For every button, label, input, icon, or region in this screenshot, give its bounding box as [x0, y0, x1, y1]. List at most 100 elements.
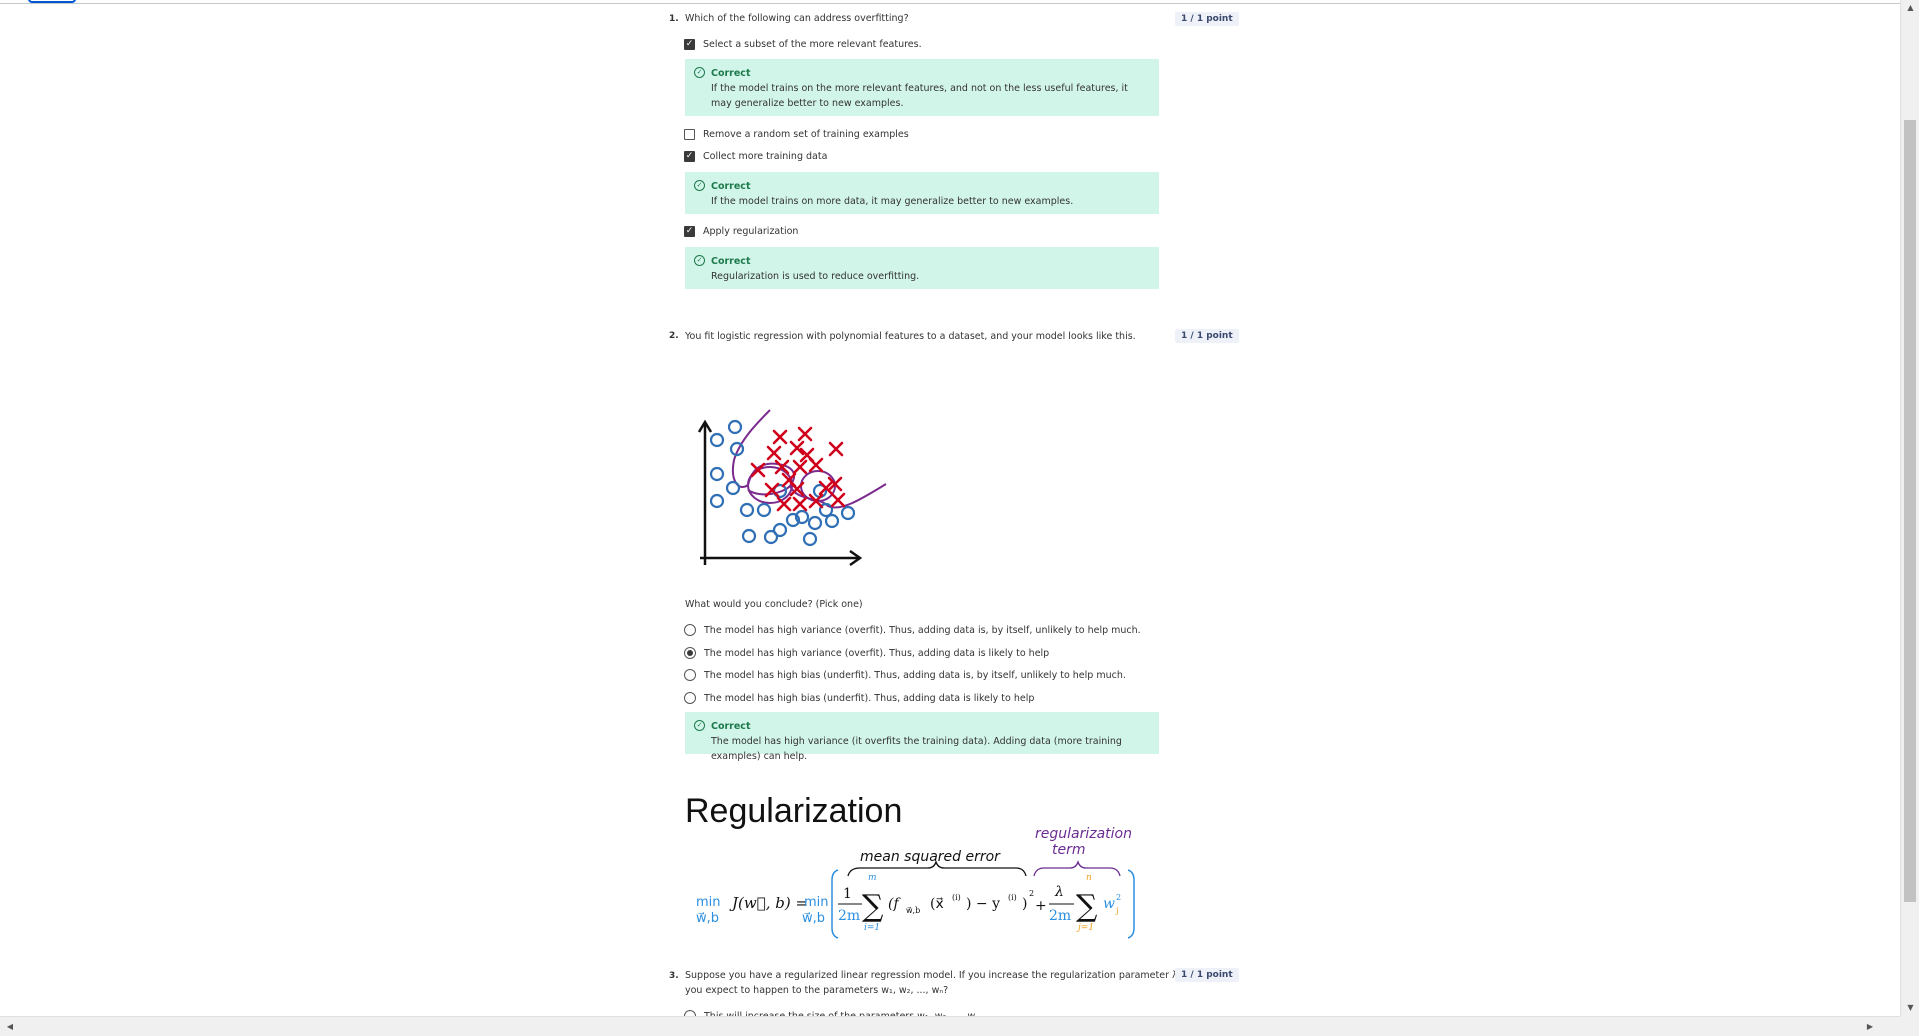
check-circle-icon: ✓: [694, 720, 705, 731]
question-text-line2: you expect to happen to the parameters w…: [685, 985, 949, 996]
question-text: Which of the following can address overf…: [685, 13, 909, 24]
scrollbar-corner: [1900, 1016, 1919, 1036]
correct-feedback: ✓ Correct If the model trains on more da…: [685, 172, 1159, 214]
horizontal-scrollbar[interactable]: ◀ ▶: [0, 1016, 1900, 1036]
w-term: w: [1103, 896, 1115, 912]
check-circle-icon: ✓: [694, 255, 705, 266]
radio-unselected-icon[interactable]: [684, 624, 696, 636]
feedback-text: If the model trains on the more relevant…: [711, 83, 1128, 109]
option-label: The model has high bias (underfit). Thus…: [704, 692, 1035, 704]
reg-brace: [1033, 859, 1121, 877]
w-sup: 2: [1116, 893, 1121, 902]
checkbox-unchecked-icon[interactable]: [684, 128, 695, 140]
checkbox-checked-icon[interactable]: ✓: [684, 38, 695, 50]
sum2-sigma-icon: ∑: [1076, 889, 1098, 924]
option-label: The model has high variance (overfit). T…: [704, 624, 1141, 636]
feedback-text: If the model trains on more data, it may…: [711, 196, 1074, 207]
question-number: 1.: [669, 14, 679, 24]
option-radio[interactable]: The model has high bias (underfit). Thus…: [684, 691, 1034, 705]
focused-tab-outline[interactable]: [28, 0, 76, 3]
checkbox-checked-icon[interactable]: ✓: [684, 150, 695, 162]
sum1-sup2: (i): [1008, 893, 1017, 902]
circle-marker: [741, 528, 757, 544]
vertical-scrollbar[interactable]: ▲ ▼: [1900, 0, 1919, 1016]
sum2-bottom: j=1: [1076, 923, 1094, 933]
cross-marker: [797, 426, 813, 442]
bracket-left: [831, 869, 839, 939]
circle-marker: [739, 502, 755, 518]
feedback-title: Correct: [711, 721, 751, 732]
w-sub: j: [1115, 906, 1118, 915]
circle-marker: [807, 515, 823, 531]
question-prompt: What would you conclude? (Pick one): [685, 599, 863, 610]
reg-annotation-line1: regularization: [1035, 826, 1132, 842]
sum1-sup: (i): [952, 893, 961, 902]
option-label: The model has high bias (underfit). Thus…: [704, 669, 1126, 681]
min-left-sub: w⃗,b: [696, 911, 719, 926]
points-badge: 1 / 1 point: [1175, 329, 1239, 343]
sum1-top: m: [868, 873, 877, 883]
sum1-bottom: i=1: [864, 923, 880, 933]
option-label: The model has high variance (overfit). T…: [704, 647, 1050, 659]
cross-marker: [828, 441, 844, 457]
frac1-numerator: 1: [843, 886, 852, 902]
radio-selected-icon[interactable]: [684, 647, 696, 659]
check-circle-icon: ✓: [694, 67, 705, 78]
option-label: Collect more training data: [703, 150, 828, 162]
cross-marker: [792, 459, 808, 475]
reg-annotation-line2: term: [1052, 842, 1086, 858]
option-checkbox[interactable]: ✓ Collect more training data: [684, 149, 827, 163]
circle-marker: [709, 466, 725, 482]
frac2-numerator: λ: [1054, 884, 1064, 900]
circle-marker: [840, 505, 856, 521]
circle-marker: [802, 531, 818, 547]
scroll-up-arrow-icon[interactable]: ▲: [1901, 0, 1919, 16]
option-label: Select a subset of the more relevant fea…: [703, 38, 922, 50]
cross-marker: [772, 429, 788, 445]
feedback-title: Correct: [711, 68, 751, 79]
points-badge: 1 / 1 point: [1175, 12, 1239, 26]
frac1-denominator: 2m: [838, 908, 860, 924]
option-checkbox[interactable]: ✓ Select a subset of the more relevant f…: [684, 37, 922, 51]
feedback-text: The model has high variance (it overfits…: [711, 736, 1122, 762]
circle-marker: [709, 493, 725, 509]
cross-marker: [766, 445, 782, 461]
scroll-right-arrow-icon[interactable]: ▶: [1862, 1017, 1878, 1036]
sum1-sub: w⃗,b: [906, 906, 920, 915]
option-checkbox[interactable]: Remove a random set of training examples: [684, 127, 909, 141]
radio-unselected-icon[interactable]: [684, 669, 696, 681]
vertical-scroll-thumb[interactable]: [1904, 120, 1916, 902]
sum1-minus: ) − y: [966, 896, 1000, 912]
sum1-rest: (x⃗: [930, 896, 944, 912]
option-radio[interactable]: The model has high variance (overfit). T…: [684, 646, 1049, 660]
points-badge: 1 / 1 point: [1175, 968, 1239, 982]
circle-marker: [772, 522, 788, 538]
J-expression: J(w⃗, b) =: [729, 894, 808, 912]
circle-marker: [727, 419, 743, 435]
min-right: min: [804, 895, 829, 910]
scroll-down-arrow-icon[interactable]: ▼: [1901, 1000, 1919, 1016]
circle-marker: [725, 480, 741, 496]
correct-feedback: ✓ Correct The model has high variance (i…: [685, 712, 1159, 762]
overfit-plot-image: [697, 409, 887, 567]
question-number: 2.: [669, 331, 679, 341]
option-checkbox[interactable]: ✓ Apply regularization: [684, 224, 798, 238]
quiz-content: 1. Which of the following can address ov…: [0, 0, 1900, 1022]
scroll-left-arrow-icon[interactable]: ◀: [2, 1017, 18, 1036]
correct-feedback: ✓ Correct Regularization is used to redu…: [685, 247, 1159, 289]
option-radio[interactable]: The model has high bias (underfit). Thus…: [684, 668, 1126, 682]
option-label: Apply regularization: [703, 225, 799, 237]
radio-unselected-icon[interactable]: [684, 692, 696, 704]
plus-sign: +: [1035, 898, 1047, 914]
question-number: 3.: [669, 971, 679, 981]
checkbox-checked-icon[interactable]: ✓: [684, 225, 695, 237]
option-radio[interactable]: The model has high variance (overfit). T…: [684, 623, 1141, 637]
mse-annotation: mean squared error: [860, 849, 1001, 865]
circle-marker: [756, 502, 772, 518]
cross-marker: [808, 457, 824, 473]
regularization-formula-image: mean squared error regularization term m…: [696, 826, 1135, 939]
top-border: [0, 0, 1900, 4]
cross-marker: [750, 462, 766, 478]
bracket-right: [1127, 869, 1135, 939]
circle-marker: [709, 432, 725, 448]
